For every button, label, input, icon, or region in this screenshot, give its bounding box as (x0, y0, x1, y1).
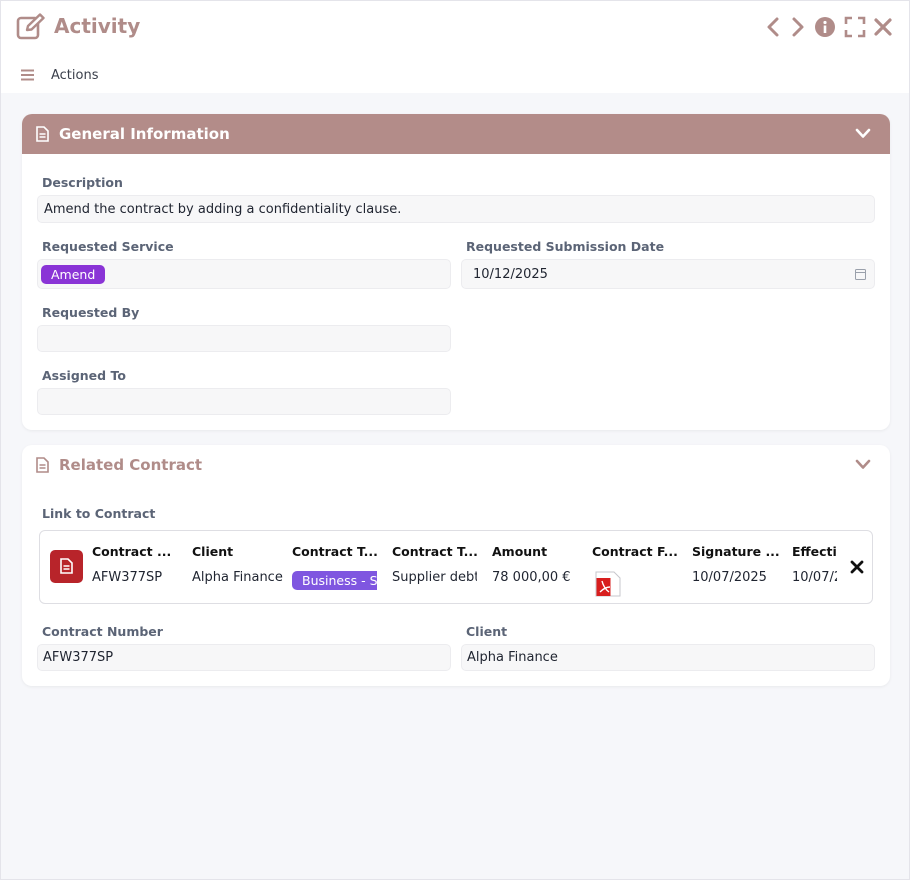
requested-by-field[interactable] (37, 325, 451, 352)
document-icon (36, 457, 49, 473)
service-tag: Amend (41, 264, 106, 284)
column-header: Amount (492, 544, 548, 559)
section-title: Related Contract (59, 456, 203, 474)
column-header: Contract T... (392, 544, 477, 559)
column-contract-file: Contract F... (592, 531, 682, 603)
related-contract-header[interactable]: Related Contract (22, 445, 890, 485)
edit-icon (16, 13, 45, 40)
client-value: Alpha Finance (467, 650, 558, 665)
window-header: Activity Actions (1, 1, 909, 93)
activity-window: Activity Actions General Information Des… (0, 0, 910, 880)
column-header: Effectiv (792, 544, 837, 559)
column-header: Contract ... (92, 544, 172, 559)
info-icon[interactable] (814, 16, 836, 38)
column-contract-number: Contract ... AFW377SP (92, 531, 182, 603)
cell-signature-date: 10/07/2025 (692, 570, 767, 585)
general-information-section: General Information Description Amend th… (22, 114, 890, 430)
client-field[interactable]: Alpha Finance (461, 644, 875, 671)
window-title: Activity (54, 14, 141, 38)
description-label: Description (42, 175, 123, 190)
section-title: General Information (59, 125, 230, 143)
assigned-to-label: Assigned To (42, 368, 126, 383)
column-amount: Amount 78 000,00 € (492, 531, 582, 603)
linked-contract-card[interactable]: Contract ... AFW377SP Client Alpha Finan… (39, 530, 873, 604)
cell-contract-number: AFW377SP (92, 570, 163, 585)
actions-label: Actions (51, 67, 99, 83)
contract-number-field[interactable]: AFW377SP (37, 644, 451, 671)
column-client: Client Alpha Finance (192, 531, 284, 603)
requested-service-field[interactable]: Amend (37, 259, 451, 289)
column-header: Client (192, 544, 234, 559)
general-information-header[interactable]: General Information (22, 114, 890, 154)
calendar-icon[interactable] (855, 268, 866, 280)
chevron-left-icon[interactable] (763, 16, 785, 38)
cell-client: Alpha Finance (192, 570, 283, 585)
fullscreen-icon[interactable] (844, 16, 866, 38)
remove-link-icon[interactable] (850, 560, 864, 574)
requested-by-label: Requested By (42, 305, 140, 320)
document-icon (36, 126, 49, 142)
contract-number-label: Contract Number (42, 624, 163, 639)
contract-type-tag: Business - S (292, 571, 377, 590)
actions-menu[interactable]: Actions (21, 65, 99, 85)
column-effective-date: Effectiv 10/07/2 (792, 531, 837, 603)
submission-date-label: Requested Submission Date (466, 239, 665, 254)
submission-date-value: 10/12/2025 (473, 266, 548, 282)
column-signature-date: Signature ... 10/07/2025 (692, 531, 782, 603)
related-contract-section: Related Contract Link to Contract Contra… (22, 445, 890, 686)
document-icon (60, 558, 73, 574)
description-field[interactable]: Amend the contract by adding a confident… (37, 195, 875, 223)
column-contract-type: Contract T... Business - S (292, 531, 377, 603)
column-header: Contract T... (292, 544, 377, 559)
cell-amount: 78 000,00 € (492, 570, 571, 585)
pdf-file-icon[interactable] (594, 571, 622, 597)
cell-contract-type: Supplier debt (392, 570, 477, 585)
contract-document-badge (50, 550, 83, 583)
column-contract-type-2: Contract T... Supplier debt (392, 531, 477, 603)
column-header: Contract F... (592, 544, 678, 559)
cell-effective-date: 10/07/2 (792, 570, 837, 585)
close-icon[interactable] (872, 16, 894, 38)
submission-date-field[interactable]: 10/12/2025 (461, 259, 875, 289)
link-to-contract-label: Link to Contract (42, 506, 156, 521)
menu-icon (21, 69, 34, 81)
chevron-down-icon[interactable] (855, 128, 871, 140)
chevron-down-icon[interactable] (855, 459, 871, 471)
client-label: Client (466, 624, 508, 639)
requested-service-label: Requested Service (42, 239, 174, 254)
assigned-to-field[interactable] (37, 388, 451, 415)
contract-number-value: AFW377SP (43, 650, 114, 665)
column-header: Signature ... (692, 544, 780, 559)
chevron-right-icon[interactable] (786, 16, 808, 38)
description-value: Amend the contract by adding a confident… (44, 201, 402, 217)
